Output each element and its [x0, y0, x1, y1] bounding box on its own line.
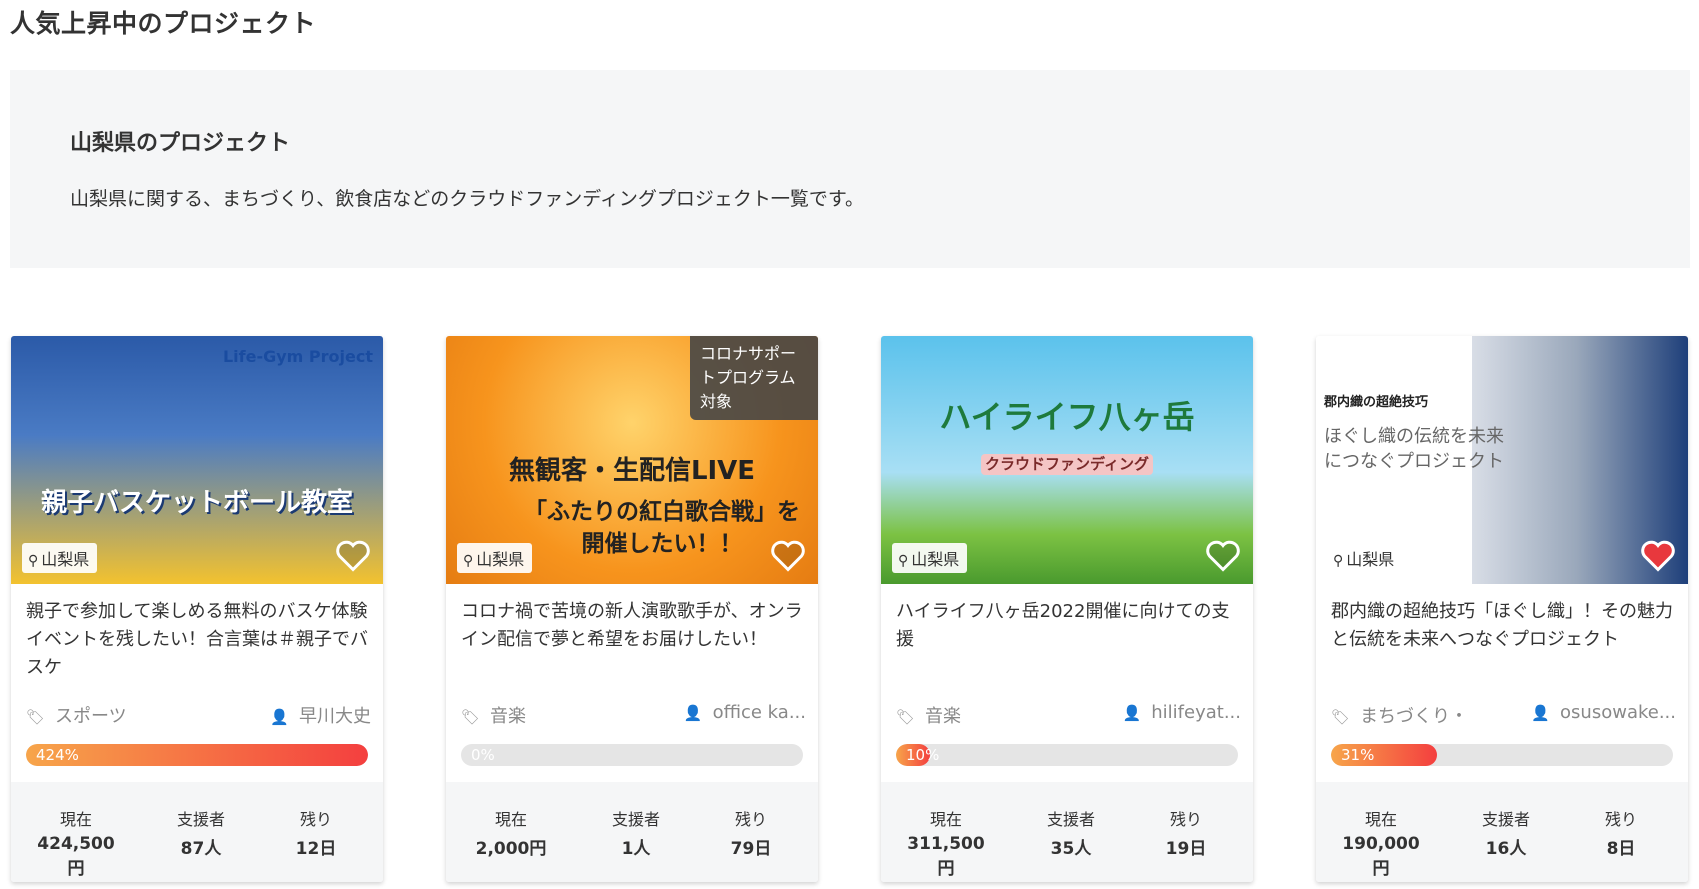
category-label[interactable]: スポーツ: [55, 706, 127, 727]
category-label[interactable]: まちづくり・: [1360, 706, 1468, 727]
backers-count: 1人: [621, 839, 651, 859]
location-label: 山梨県: [911, 550, 960, 569]
intro-heading: 山梨県のプロジェクト: [70, 131, 291, 156]
project-thumbnail[interactable]: 無観客・生配信LIVE 「ふたりの紅白歌合戦」を開催したい！！ コロナサポートプ…: [446, 336, 818, 584]
progress-bar: 0%: [461, 744, 803, 766]
current-amount-label: 現在: [59, 810, 92, 829]
progress-percent: 0%: [471, 746, 495, 764]
remaining-days: 19日: [1165, 839, 1207, 859]
location-badge: ⚲ 山梨県: [1327, 543, 1402, 573]
intro-description: 山梨県に関する、まちづくり、飲食店などのクラウドファンディングプロジェクト一覧で…: [70, 188, 865, 210]
location-label: 山梨県: [1346, 550, 1395, 569]
project-stats: 現在 424,500円 支援者 87人 残り 12日: [11, 782, 383, 882]
location-badge: ⚲ 山梨県: [892, 543, 968, 573]
intro-panel: 山梨県のプロジェクト 山梨県に関する、まちづくり、飲食店などのクラウドファンディ…: [10, 70, 1690, 268]
map-pin-icon: ⚲: [898, 553, 909, 569]
thumbnail-subtext: 「ふたりの紅白歌合戦」を開催したい！！: [524, 499, 800, 558]
remaining-days: 8日: [1606, 839, 1636, 859]
project-stats: 現在 2,000円 支援者 1人 残り 79日: [446, 782, 818, 882]
section-title: 人気上昇中のプロジェクト: [10, 9, 317, 38]
thumbnail-text: 無観客・生配信LIVE: [508, 456, 756, 486]
backers-label: 支援者: [1481, 810, 1530, 829]
project-card[interactable]: 親子バスケットボール教室 Life-Gym Project ⚲ 山梨県 親子で参加…: [11, 336, 383, 882]
user-icon: 👤: [1122, 704, 1142, 722]
current-amount: 2,000円: [475, 839, 547, 859]
project-meta: 🏷 音楽 👤 office ka...: [461, 702, 806, 727]
location-label: 山梨県: [41, 550, 90, 569]
category-label[interactable]: 音楽: [925, 706, 961, 727]
location-label: 山梨県: [476, 550, 525, 569]
remaining-days: 79日: [730, 839, 772, 859]
tag-icon: 🏷: [26, 708, 46, 726]
owner-name[interactable]: hilifeyat...: [1151, 702, 1241, 723]
progress-bar: 424%: [26, 744, 368, 766]
progress-percent: 31%: [1341, 746, 1375, 764]
project-title[interactable]: ハイライフ八ヶ岳2022開催に向けての支援: [896, 598, 1241, 654]
project-card[interactable]: 無観客・生配信LIVE 「ふたりの紅白歌合戦」を開催したい！！ コロナサポートプ…: [446, 336, 818, 882]
user-icon: 👤: [1531, 704, 1551, 722]
user-icon: 👤: [683, 704, 703, 722]
map-pin-icon: ⚲: [463, 553, 474, 569]
backers-count: 16人: [1485, 839, 1527, 859]
tag-icon: 🏷: [1331, 708, 1351, 726]
progress-percent: 10%: [906, 746, 940, 764]
project-meta: 🏷 まちづくり・ 👤 osusowake...: [1331, 702, 1676, 727]
remaining-label: 残り: [734, 810, 767, 829]
progress-bar: 31%: [1331, 744, 1673, 766]
remaining-label: 残り: [1169, 810, 1202, 829]
favorite-heart-icon[interactable]: [1640, 538, 1676, 574]
category-label[interactable]: 音楽: [490, 706, 526, 727]
current-amount: 424,500円: [37, 834, 115, 879]
thumbnail-subtext: Life-Gym Project: [222, 347, 373, 366]
thumbnail-subtext: ほぐし織の伝統を未来につなぐプロジェクト: [1324, 426, 1504, 473]
progress-bar: 10%: [896, 744, 1238, 766]
tag-icon: 🏷: [896, 708, 916, 726]
corona-support-badge: コロナサポートプログラム対象: [690, 336, 818, 420]
current-amount-label: 現在: [929, 810, 962, 829]
project-card[interactable]: ハイライフ八ヶ岳 クラウドファンディング ⚲ 山梨県 ハイライフ八ヶ岳2022開催…: [881, 336, 1253, 882]
backers-count: 87人: [180, 839, 222, 859]
map-pin-icon: ⚲: [28, 553, 39, 569]
tag-icon: 🏷: [461, 708, 481, 726]
remaining-days: 12日: [295, 839, 337, 859]
thumbnail-subtext: クラウドファンディング: [981, 454, 1153, 475]
project-title[interactable]: 親子で参加して楽しめる無料のバスケ体験イベントを残したい！合言葉は＃親子でバスケ: [26, 598, 371, 682]
backers-count: 35人: [1050, 839, 1092, 859]
current-amount-label: 現在: [494, 810, 527, 829]
current-amount-label: 現在: [1364, 810, 1397, 829]
owner-name[interactable]: 早川大史: [299, 706, 371, 727]
thumbnail-text: 郡内織の超絶技巧: [1324, 395, 1429, 410]
project-stats: 現在 190,000円 支援者 16人 残り 8日: [1316, 782, 1688, 882]
location-badge: ⚲ 山梨県: [22, 543, 98, 573]
backers-label: 支援者: [1046, 810, 1095, 829]
owner-name[interactable]: osusowake...: [1560, 702, 1676, 723]
location-badge: ⚲ 山梨県: [457, 543, 533, 573]
remaining-label: 残り: [299, 810, 332, 829]
backers-label: 支援者: [611, 810, 660, 829]
progress-percent: 424%: [36, 746, 79, 764]
map-pin-icon: ⚲: [1333, 553, 1344, 569]
current-amount: 190,000円: [1342, 834, 1420, 879]
favorite-heart-icon[interactable]: [770, 538, 806, 574]
thumbnail-text: 親子バスケットボール教室: [40, 488, 353, 518]
project-meta: 🏷 スポーツ 👤 早川大史: [26, 702, 371, 727]
project-title[interactable]: コロナ禍で苦境の新人演歌歌手が、オンライン配信で夢と希望をお届けしたい！: [461, 598, 806, 654]
backers-label: 支援者: [176, 810, 225, 829]
project-thumbnail[interactable]: ハイライフ八ヶ岳 クラウドファンディング ⚲ 山梨県: [881, 336, 1253, 584]
project-thumbnail[interactable]: 親子バスケットボール教室 Life-Gym Project ⚲ 山梨県: [11, 336, 383, 584]
project-thumbnail[interactable]: 郡内織の超絶技巧 ほぐし織の伝統を未来につなぐプロジェクト ⚲ 山梨県: [1316, 336, 1688, 584]
current-amount: 311,500円: [907, 834, 985, 879]
project-meta: 🏷 音楽 👤 hilifeyat...: [896, 702, 1241, 727]
remaining-label: 残り: [1604, 810, 1637, 829]
project-title[interactable]: 郡内織の超絶技巧「ほぐし織」！その魅力と伝統を未来へつなぐプロジェクト: [1331, 598, 1676, 654]
favorite-heart-icon[interactable]: [335, 538, 371, 574]
project-stats: 現在 311,500円 支援者 35人 残り 19日: [881, 782, 1253, 882]
owner-name[interactable]: office ka...: [713, 702, 806, 723]
favorite-heart-icon[interactable]: [1205, 538, 1241, 574]
user-icon: 👤: [270, 708, 289, 726]
project-card[interactable]: 郡内織の超絶技巧 ほぐし織の伝統を未来につなぐプロジェクト ⚲ 山梨県 郡内織の超…: [1316, 336, 1688, 882]
thumbnail-text: ハイライフ八ヶ岳: [939, 398, 1195, 436]
